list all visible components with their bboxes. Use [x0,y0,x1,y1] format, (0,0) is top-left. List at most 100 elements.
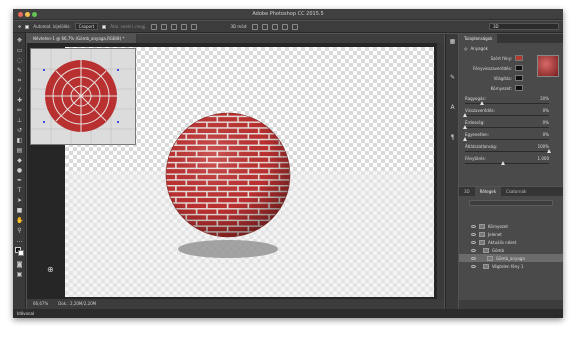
slider-track[interactable] [465,151,549,152]
brush-tool-icon[interactable]: ✏ [16,107,23,114]
visibility-eye-icon[interactable] [471,224,476,228]
move-tool-icon[interactable]: ✥ [16,37,23,44]
clone-stamp-tool-icon[interactable]: ⊥ [16,117,23,124]
material-slider[interactable]: Egyenetlen: 0% [459,131,563,143]
workspace-switcher[interactable]: 3D [489,23,559,30]
layers-filter-icons[interactable] [469,200,553,206]
align-left-icon[interactable] [180,23,187,30]
marquee-tool-icon[interactable]: ▭ [16,47,23,54]
visibility-eye-icon[interactable] [471,248,476,252]
ambient-row: Környezet: [459,83,563,93]
3d-axis-widget[interactable]: ⊕ [47,265,54,274]
timeline-label[interactable]: Idővonal [17,311,34,316]
3d-pan-icon[interactable] [271,23,278,30]
layer-row[interactable]: Jelenet [459,230,563,238]
material-slider[interactable]: Átlátszatlanság: 100% [459,143,563,155]
lasso-tool-icon[interactable]: ◌ [16,57,23,64]
tab-channels[interactable]: Csatornák [501,187,531,196]
slider-knob[interactable] [500,161,505,165]
type-tool-icon[interactable]: T [16,187,23,194]
visibility-eye-icon[interactable] [471,256,476,260]
slider-value[interactable]: 1.000 [538,156,549,161]
material-slider[interactable]: Érdesség: 0% [459,119,563,131]
path-select-tool-icon[interactable]: ➤ [16,197,23,204]
slider-knob[interactable] [463,125,467,129]
quick-mask-icon[interactable]: ◙ [16,261,23,268]
slider-label: Fénytörés: [465,156,486,161]
document-tab[interactable]: Névtelen-1 @ 66,7% (Gömb_anyaga,RGB/8) * [27,34,137,43]
auto-select-label: Automat. kijelölés: [33,24,71,29]
align-bottom-icon[interactable] [170,23,177,30]
slider-track[interactable] [465,115,549,116]
brush-panel-icon[interactable]: ✎ [449,74,456,81]
layer-row[interactable]: Gömb_anyaga [459,254,563,262]
material-slider[interactable]: Ragyogás: 20% [459,95,563,107]
slider-knob[interactable] [463,113,467,117]
layer-row[interactable]: Környezet [459,222,563,230]
blur-tool-icon[interactable]: ◆ [16,157,23,164]
align-center-icon[interactable] [190,23,197,30]
slider-knob[interactable] [547,149,551,153]
illumination-swatch[interactable] [515,75,523,81]
eyedropper-tool-icon[interactable]: ⁄ [16,87,23,94]
slider-track[interactable] [465,127,549,128]
pen-tool-icon[interactable]: ✒ [16,177,23,184]
history-panel-icon[interactable]: ▦ [449,38,456,45]
auto-select-checkbox[interactable] [25,24,30,29]
slider-value[interactable]: 20% [540,96,549,101]
material-slider[interactable]: Visszaverődés: 0% [459,107,563,119]
hand-tool-icon[interactable]: ✋ [16,217,23,224]
visibility-eye-icon[interactable] [471,264,476,268]
slider-track[interactable] [465,103,549,104]
visibility-eye-icon[interactable] [471,232,476,236]
paragraph-panel-icon[interactable]: ¶ [449,134,456,141]
slider-track[interactable] [465,163,549,164]
transform-controls-checkbox[interactable] [102,24,107,29]
align-middle-icon[interactable] [160,23,167,30]
slider-knob[interactable] [479,101,484,105]
crop-tool-icon[interactable]: ⌗ [16,77,23,84]
tab-properties[interactable]: Tulajdonságok [459,34,498,43]
canvas-area: ⊕ [27,43,444,299]
history-brush-tool-icon[interactable]: ↺ [16,127,23,134]
tab-3d[interactable]: 3D [459,187,475,196]
align-top-icon[interactable] [150,23,157,30]
specular-swatch[interactable] [515,65,523,71]
3d-ground-preview[interactable] [30,48,136,145]
slider-track[interactable] [465,139,549,140]
3d-rotate-icon[interactable] [251,23,258,30]
ambient-swatch[interactable] [515,85,523,91]
visibility-eye-icon[interactable] [471,240,476,244]
screen-mode-icon[interactable]: ▣ [16,271,23,278]
move-tool-icon[interactable]: ✥ [18,24,21,29]
3d-slide-icon[interactable] [281,23,288,30]
eraser-tool-icon[interactable]: ◧ [16,137,23,144]
slider-value[interactable]: 0% [543,108,549,113]
material-slider[interactable]: Fénytörés: 1.000 [459,155,563,167]
tab-layers[interactable]: Rétegek [474,187,502,196]
properties-tabs: Tulajdonságok [459,34,563,43]
healing-brush-tool-icon[interactable]: ✚ [16,97,23,104]
character-panel-icon[interactable]: A [449,104,456,111]
layer-row[interactable]: Végtelen fény 1 [459,262,563,270]
shape-tool-icon[interactable]: ■ [16,207,23,214]
layer-row[interactable]: Aktuális nézet [459,238,563,246]
gradient-tool-icon[interactable]: ▤ [16,147,23,154]
background-color-swatch[interactable] [18,250,24,256]
diffuse-swatch[interactable] [515,55,523,61]
dodge-tool-icon[interactable]: ● [16,167,23,174]
brick-sphere[interactable] [144,104,316,251]
slider-knob[interactable] [463,137,467,141]
3d-scale-icon[interactable] [291,23,298,30]
vertical-scrollbar[interactable] [437,43,444,299]
auto-select-dropdown[interactable]: Csoport [74,23,99,30]
layer-row[interactable]: Gömb [459,246,563,254]
slider-value[interactable]: 0% [543,132,549,137]
3d-roll-icon[interactable] [261,23,268,30]
zoom-tool-icon[interactable]: ⚲ [16,227,23,234]
quick-select-tool-icon[interactable]: ✎ [16,67,23,74]
slider-value[interactable]: 0% [543,120,549,125]
zoom-level[interactable]: 66,67% [33,299,48,309]
more-tools-icon[interactable]: … [16,237,23,244]
material-preview-thumbnail[interactable] [537,55,559,77]
